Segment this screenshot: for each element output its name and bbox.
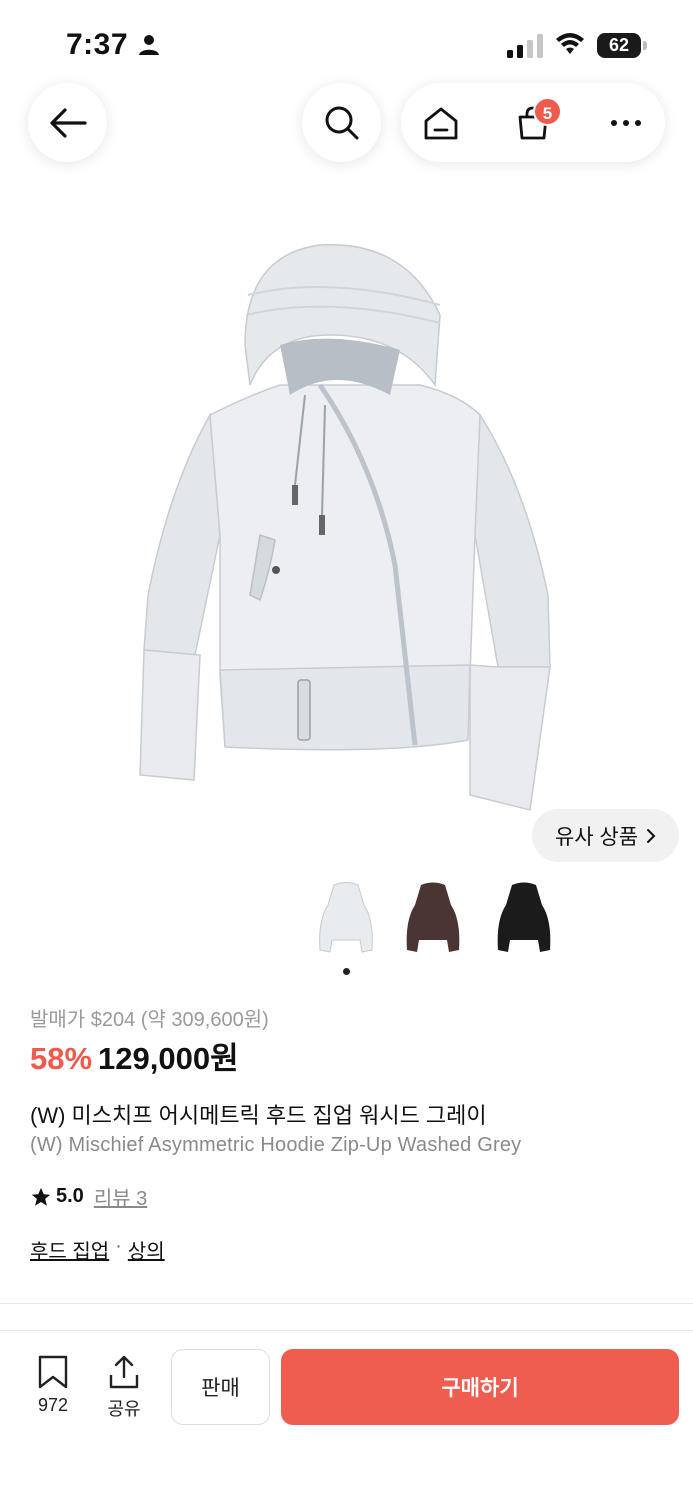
share-label: 공유 (107, 1399, 141, 1419)
product-title-en: (W) Mischief Asymmetric Hoodie Zip-Up Wa… (30, 1134, 522, 1156)
sale-price: 129,000원 (98, 1041, 239, 1076)
nav-pill: 5 (401, 83, 665, 162)
bookmark-icon (38, 1355, 68, 1389)
bottom-action-bar: 972 공유 판매 구매하기 (0, 1330, 693, 1500)
status-time: 7:37 (66, 28, 129, 61)
category-link-hood-zipup[interactable]: 후드 집업 (30, 1235, 109, 1264)
thumbnail-black[interactable] (492, 880, 556, 960)
battery-level: 62 (597, 33, 641, 58)
home-button[interactable] (401, 83, 480, 162)
rating-value: 5.0 (56, 1185, 84, 1207)
price-row: 58% 129,000원 (30, 1033, 239, 1078)
arrow-left-icon (49, 107, 87, 138)
thumbnail-grey[interactable] (314, 880, 378, 960)
review-link[interactable]: 리뷰 3 (94, 1182, 147, 1211)
image-page-indicator (343, 968, 350, 975)
back-button[interactable] (28, 83, 107, 162)
buy-button[interactable]: 구매하기 (281, 1349, 679, 1425)
more-dots-icon (610, 119, 641, 126)
battery-icon: 62 (597, 33, 647, 58)
wifi-icon (556, 33, 584, 54)
cart-badge: 5 (533, 97, 562, 126)
star-icon (31, 1187, 51, 1206)
share-icon (109, 1355, 139, 1389)
share-button[interactable]: 공유 (100, 1355, 148, 1421)
home-icon (424, 107, 457, 139)
status-bar: 7:37 62 (0, 0, 693, 90)
category-row: 후드 집업 · 상의 (30, 1235, 165, 1264)
signal-icon (507, 34, 543, 58)
bookmark-count: 972 (37, 1395, 69, 1415)
person-icon (139, 35, 159, 55)
category-link-tops[interactable]: 상의 (128, 1235, 165, 1264)
search-button[interactable] (302, 83, 381, 162)
product-image[interactable] (130, 235, 560, 815)
cart-button[interactable] (493, 83, 572, 162)
similar-products-label: 유사 상품 (554, 825, 639, 849)
bookmark-button[interactable]: 972 (30, 1355, 76, 1416)
rating-row: 5.0 리뷰 3 (30, 1182, 147, 1211)
release-price: 발매가 $204 (약 309,600원) (30, 1009, 269, 1031)
divider (0, 1303, 693, 1304)
product-title-ko: (W) 미스치프 어시메트릭 후드 집업 워시드 그레이 (30, 1103, 487, 1128)
category-separator: · (115, 1235, 122, 1257)
similar-products-button[interactable]: 유사 상품 (532, 809, 679, 862)
more-button[interactable] (586, 83, 665, 162)
discount-rate: 58% (30, 1041, 93, 1076)
search-icon (325, 106, 358, 139)
chevron-right-icon (647, 828, 656, 843)
sell-button[interactable]: 판매 (171, 1349, 270, 1425)
thumbnail-brown[interactable] (401, 880, 465, 960)
